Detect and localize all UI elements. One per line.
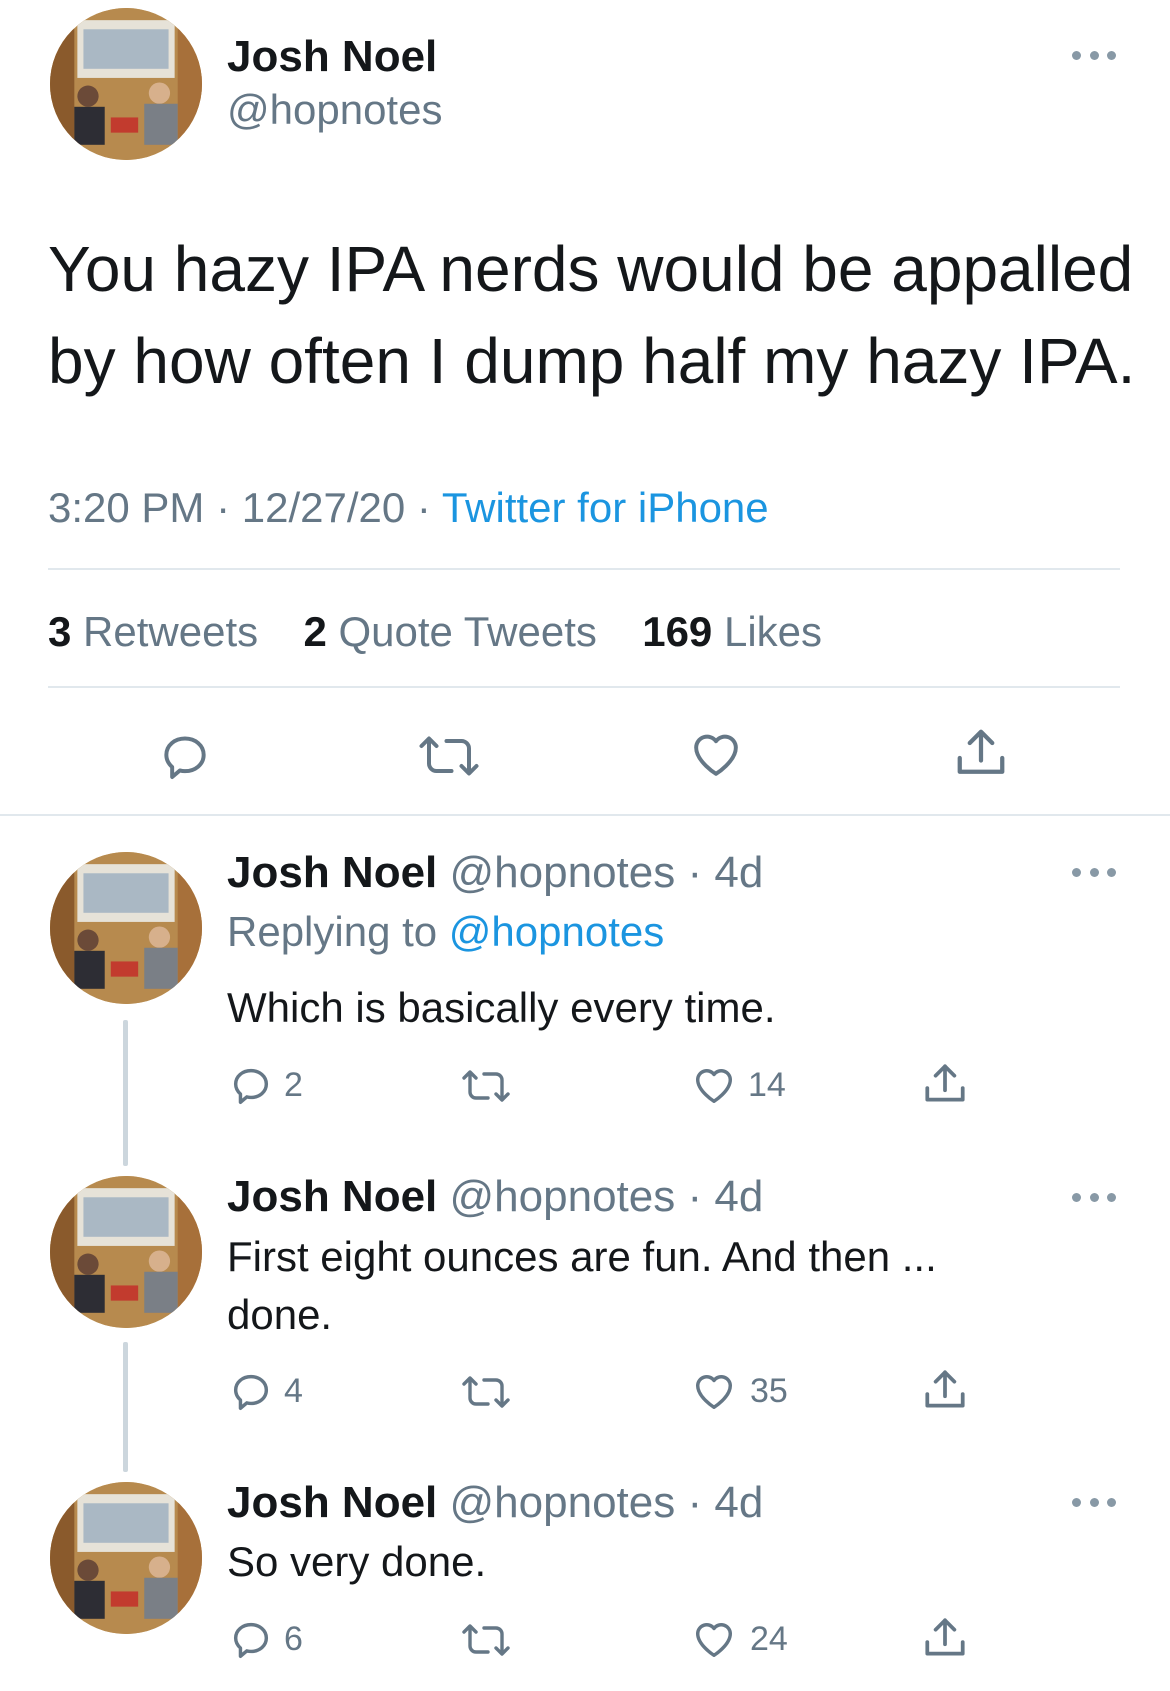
thread-line: [123, 1020, 128, 1166]
share-icon[interactable]: [920, 1612, 970, 1664]
separator-dot: ·: [675, 848, 715, 897]
tweet-stats: 3 Retweets 2 Quote Tweets 169 Likes: [48, 608, 822, 656]
like-count: 35: [750, 1372, 788, 1410]
reply-header: Josh Noel @hopnotes · 4d: [227, 848, 763, 898]
more-options-icon[interactable]: [1072, 864, 1116, 880]
retweet-icon[interactable]: [458, 1372, 514, 1412]
avatar[interactable]: [50, 852, 202, 1004]
likes-count: 169: [642, 608, 713, 655]
more-options-icon[interactable]: [1072, 1189, 1116, 1205]
reply-text: So very done.: [227, 1538, 487, 1585]
divider: [48, 686, 1120, 688]
divider: [48, 568, 1120, 570]
reply-icon[interactable]: [228, 1368, 274, 1414]
replying-to: Replying to @hopnotes: [227, 908, 664, 956]
tweet-date: 12/27/20: [241, 484, 406, 531]
like-icon[interactable]: [690, 1616, 738, 1662]
reply-author-name[interactable]: Josh Noel: [227, 1478, 437, 1527]
retweet-icon[interactable]: [458, 1066, 514, 1106]
share-icon[interactable]: [920, 1058, 970, 1110]
more-options-icon[interactable]: [1072, 47, 1116, 63]
avatar[interactable]: [50, 1482, 202, 1634]
reply-count: 4: [284, 1372, 303, 1410]
share-icon[interactable]: [920, 1364, 970, 1416]
thread-line: [123, 1342, 128, 1472]
reply-author-name[interactable]: Josh Noel: [227, 1172, 437, 1221]
quote-tweets-stat[interactable]: 2 Quote Tweets: [303, 608, 596, 655]
tweet-time: 3:20 PM: [48, 484, 205, 531]
author-handle[interactable]: @hopnotes: [227, 86, 442, 134]
likes-stat[interactable]: 169 Likes: [642, 608, 822, 655]
replying-to-handle[interactable]: @hopnotes: [449, 908, 664, 955]
replying-to-label: Replying to: [227, 908, 438, 955]
avatar[interactable]: [50, 1176, 202, 1328]
tweet-text-line: You hazy IPA nerds would be appalled: [48, 233, 1134, 305]
reply-author-handle[interactable]: @hopnotes: [450, 1172, 676, 1221]
reply-text: done.: [227, 1291, 333, 1338]
reply-author-handle[interactable]: @hopnotes: [450, 848, 676, 897]
likes-label: Likes: [723, 608, 823, 655]
tweet-text-line: by how often I dump half my hazy IPA.: [48, 325, 1136, 397]
retweets-stat[interactable]: 3 Retweets: [48, 608, 258, 655]
like-count: 24: [750, 1620, 788, 1658]
quotes-label: Quote Tweets: [338, 608, 597, 655]
separator-dot: ·: [675, 1172, 715, 1221]
like-icon[interactable]: [687, 726, 745, 782]
like-icon[interactable]: [690, 1368, 738, 1414]
tweet-timestamp: 3:20 PM · 12/27/20 · Twitter for iPhone: [48, 484, 769, 532]
reply-text: First eight ounces are fun. And then ...: [227, 1233, 937, 1280]
reply-header: Josh Noel @hopnotes · 4d: [227, 1478, 763, 1528]
reply-count: 2: [284, 1066, 303, 1104]
author-name[interactable]: Josh Noel: [227, 32, 437, 82]
like-icon[interactable]: [690, 1062, 738, 1108]
reply-icon[interactable]: [228, 1616, 274, 1662]
section-divider: [0, 814, 1170, 816]
reply-icon[interactable]: [156, 728, 214, 784]
like-count: 14: [748, 1066, 786, 1104]
separator-dot: ·: [416, 484, 442, 531]
reply-age: 4d: [714, 1478, 764, 1527]
separator-dot: ·: [216, 484, 242, 531]
quotes-count: 2: [303, 608, 327, 655]
reply-author-handle[interactable]: @hopnotes: [450, 1478, 676, 1527]
separator-dot: ·: [675, 1478, 715, 1527]
tweet-source-link[interactable]: Twitter for iPhone: [442, 484, 769, 531]
reply-age: 4d: [714, 1172, 764, 1221]
reply-count: 6: [284, 1620, 303, 1658]
reply-age: 4d: [714, 848, 764, 897]
retweet-icon[interactable]: [458, 1620, 514, 1660]
reply-icon[interactable]: [228, 1062, 274, 1108]
reply-author-name[interactable]: Josh Noel: [227, 848, 437, 897]
share-icon[interactable]: [951, 722, 1011, 784]
retweets-count: 3: [48, 608, 72, 655]
more-options-icon[interactable]: [1072, 1494, 1116, 1510]
retweet-icon[interactable]: [414, 730, 484, 782]
reply-header: Josh Noel @hopnotes · 4d: [227, 1172, 763, 1222]
avatar[interactable]: [50, 8, 202, 160]
retweets-label: Retweets: [83, 608, 259, 655]
reply-text: Which is basically every time.: [227, 984, 776, 1031]
